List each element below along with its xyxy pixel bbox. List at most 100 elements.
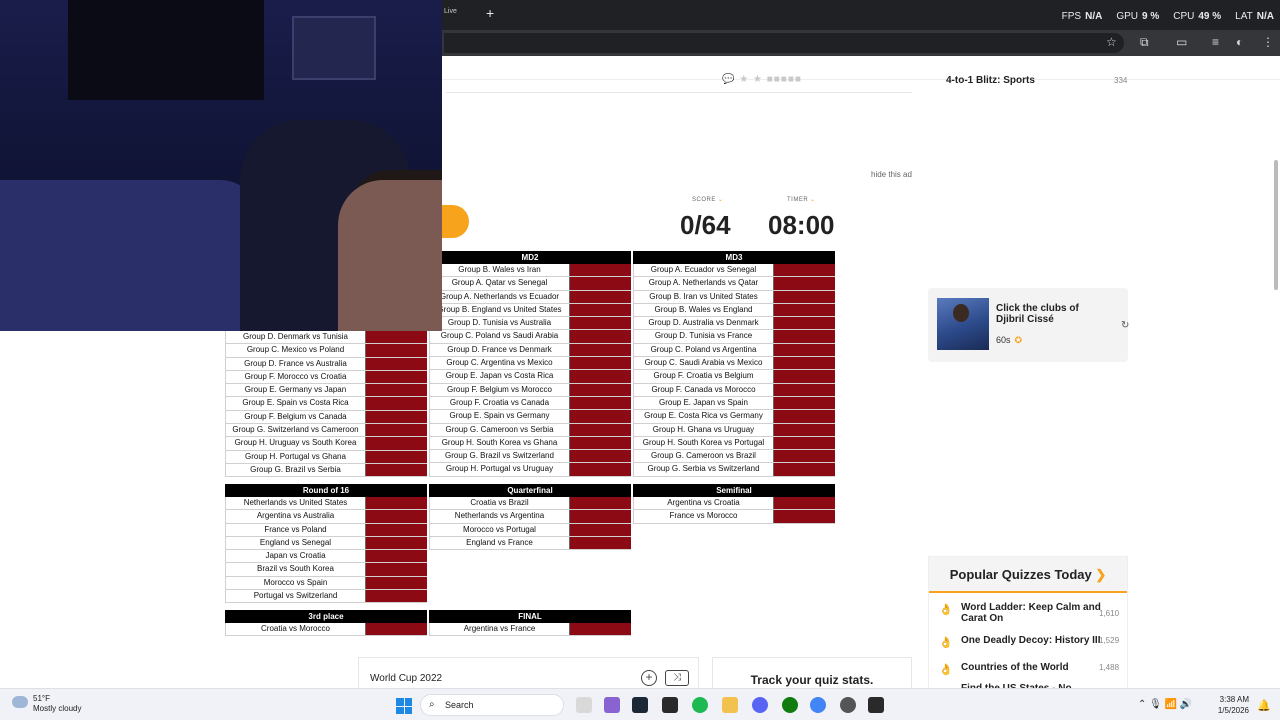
- obs-icon[interactable]: [840, 697, 856, 713]
- answer-cell[interactable]: [773, 410, 835, 423]
- answer-cell[interactable]: [365, 357, 427, 370]
- answer-cell[interactable]: [569, 303, 631, 317]
- answer-cell[interactable]: [569, 330, 631, 343]
- answer-cell[interactable]: [365, 437, 427, 450]
- cast-icon[interactable]: ▭: [1176, 35, 1187, 49]
- answer-cell[interactable]: [773, 290, 835, 303]
- playlist-icon[interactable]: ≡: [1212, 35, 1219, 49]
- answer-cell[interactable]: [365, 623, 427, 636]
- answer-cell[interactable]: [569, 436, 631, 450]
- answer-cell[interactable]: [569, 536, 631, 550]
- popular-quizzes-title[interactable]: Popular Quizzes Today ❯: [929, 557, 1127, 593]
- discord-icon[interactable]: [752, 697, 768, 713]
- profile-icon[interactable]: ◐: [1236, 35, 1243, 49]
- answer-cell[interactable]: [569, 623, 631, 636]
- answer-cell[interactable]: [773, 396, 835, 410]
- epic-games-icon[interactable]: [662, 697, 678, 713]
- answer-cell[interactable]: [365, 563, 427, 576]
- answer-cell[interactable]: [365, 497, 427, 510]
- answer-cell[interactable]: [569, 510, 631, 523]
- start-quiz-button[interactable]: [440, 205, 469, 238]
- hide-ad-link[interactable]: hide this ad: [871, 170, 912, 179]
- answer-cell[interactable]: [365, 424, 427, 437]
- answer-cell[interactable]: [773, 450, 835, 463]
- clock[interactable]: 3:38 AM 1/5/2026: [1205, 694, 1249, 716]
- answer-cell[interactable]: [569, 317, 631, 330]
- epic-games-icon-2[interactable]: [868, 697, 884, 713]
- answer-cell[interactable]: [365, 397, 427, 410]
- answer-cell[interactable]: [773, 463, 835, 476]
- answer-cell[interactable]: [365, 523, 427, 536]
- chrome-icon[interactable]: [810, 697, 826, 713]
- answer-cell[interactable]: [569, 383, 631, 396]
- answer-cell[interactable]: [365, 450, 427, 463]
- page-scrollbar[interactable]: [1274, 160, 1278, 290]
- notification-bell-icon[interactable]: 🔔: [1257, 699, 1271, 712]
- task-view-icon[interactable]: [576, 697, 592, 713]
- answer-cell[interactable]: [773, 436, 835, 450]
- answer-cell[interactable]: [773, 357, 835, 370]
- answer-cell[interactable]: [569, 396, 631, 410]
- answer-cell[interactable]: [365, 410, 427, 424]
- sidebar-top-quiz[interactable]: 4-to-1 Blitz: Sports 334: [928, 75, 1127, 86]
- spotify-icon[interactable]: [692, 697, 708, 713]
- answer-cell[interactable]: [365, 344, 427, 357]
- answer-cell[interactable]: [365, 331, 427, 344]
- answer-cell[interactable]: [569, 450, 631, 463]
- start-button[interactable]: [396, 698, 412, 714]
- bookmark-star-icon[interactable]: ☆: [1106, 35, 1117, 49]
- answer-cell[interactable]: [365, 370, 427, 384]
- answer-cell[interactable]: [365, 536, 427, 550]
- steam-icon[interactable]: [632, 697, 648, 713]
- answer-cell[interactable]: [365, 510, 427, 523]
- tab-title[interactable]: Live: [444, 8, 457, 15]
- answer-cell[interactable]: [569, 357, 631, 370]
- answer-cell[interactable]: [569, 264, 631, 277]
- answer-cell[interactable]: [773, 383, 835, 396]
- answer-cell[interactable]: [773, 497, 835, 510]
- answer-cell[interactable]: [773, 343, 835, 357]
- answer-cell[interactable]: [365, 590, 427, 603]
- answer-cell[interactable]: [773, 330, 835, 343]
- file-explorer-icon[interactable]: [722, 697, 738, 713]
- cpu-stat: CPU 49 %: [1173, 11, 1222, 22]
- match-row: Group A. Ecuador vs Senegal: [633, 264, 835, 278]
- match-row: Group B. Wales vs Iran: [429, 264, 631, 278]
- answer-cell[interactable]: [773, 423, 835, 436]
- answer-cell[interactable]: [569, 523, 631, 536]
- answer-cell[interactable]: [569, 370, 631, 383]
- answer-cell[interactable]: [569, 497, 631, 510]
- answer-cell[interactable]: [773, 264, 835, 277]
- new-tab-button[interactable]: +: [486, 5, 494, 21]
- featured-quiz-card[interactable]: Click the clubs of Djibril Cissé 60s ✪ ↻: [928, 288, 1129, 362]
- answer-cell[interactable]: [569, 410, 631, 423]
- answer-cell[interactable]: [569, 277, 631, 290]
- answer-cell[interactable]: [773, 277, 835, 290]
- answer-cell[interactable]: [365, 384, 427, 397]
- answer-cell[interactable]: [569, 423, 631, 436]
- shuffle-icon[interactable]: ⤨: [665, 670, 689, 686]
- system-tray[interactable]: ⌃ 🎙 📶 🔊: [1138, 699, 1192, 710]
- menu-kebab-icon[interactable]: ⋮: [1262, 35, 1274, 49]
- answer-cell[interactable]: [773, 370, 835, 383]
- track-stats-card[interactable]: Track your quiz stats.: [712, 657, 912, 692]
- copilot-icon[interactable]: [604, 697, 620, 713]
- answer-cell[interactable]: [365, 576, 427, 590]
- match-row: Group F. Canada vs Morocco: [633, 383, 835, 397]
- refresh-icon[interactable]: ↻: [1121, 320, 1129, 331]
- answer-cell[interactable]: [773, 317, 835, 330]
- answer-cell[interactable]: [569, 290, 631, 303]
- answer-cell[interactable]: [773, 510, 835, 523]
- extensions-icon[interactable]: ⧉: [1140, 35, 1149, 50]
- taskbar-search[interactable]: ⌕ Search: [420, 694, 564, 716]
- xbox-icon[interactable]: [782, 697, 798, 713]
- answer-cell[interactable]: [365, 550, 427, 563]
- answer-cell[interactable]: [365, 463, 427, 477]
- answer-cell[interactable]: [569, 343, 631, 357]
- answer-cell[interactable]: [773, 303, 835, 317]
- add-icon[interactable]: +: [641, 670, 657, 686]
- match-label: Group E. Spain vs Costa Rica: [225, 397, 365, 410]
- address-bar[interactable]: [444, 33, 1124, 53]
- answer-cell[interactable]: [569, 463, 631, 476]
- match-label: Group D. France vs Australia: [225, 357, 365, 370]
